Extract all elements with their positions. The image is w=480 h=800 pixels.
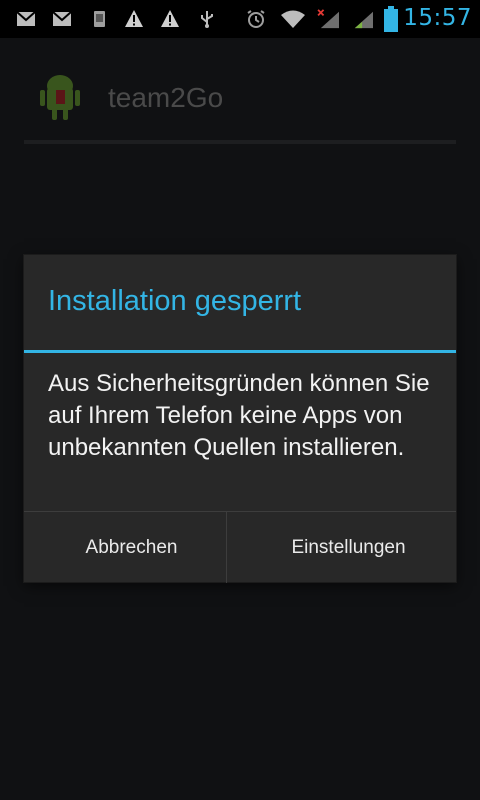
install-blocked-dialog: Installation gesperrt Aus Sicherheitsgrü… [24, 255, 456, 583]
dialog-title-divider [24, 350, 456, 353]
gmail-icon [16, 11, 36, 26]
dialog-message: Aus Sicherheitsgründen können Sie auf Ih… [48, 370, 430, 461]
header-divider [24, 140, 456, 144]
dialog-title: Installation gesperrt [48, 285, 302, 317]
button-separator [226, 512, 227, 583]
battery-icon [384, 6, 398, 32]
dialog-button-bar: Abbrechen Einstellungen [24, 511, 456, 583]
wifi-icon [281, 10, 305, 28]
phone-storage-icon [94, 11, 105, 27]
status-clock: 15:57 [403, 5, 472, 31]
cancel-button[interactable]: Abbrechen [24, 512, 239, 583]
signal-no-data-icon [317, 9, 339, 29]
signal-icon [354, 11, 373, 29]
app-title: team2Go [108, 82, 224, 113]
status-bar: 15:57 [0, 0, 480, 38]
alarm-icon [247, 10, 265, 28]
warning-icon [125, 10, 143, 27]
warning-icon [161, 10, 179, 27]
gmail-icon [52, 11, 72, 26]
android-app-icon [40, 75, 80, 120]
settings-button[interactable]: Einstellungen [241, 512, 456, 583]
usb-icon [201, 11, 213, 28]
